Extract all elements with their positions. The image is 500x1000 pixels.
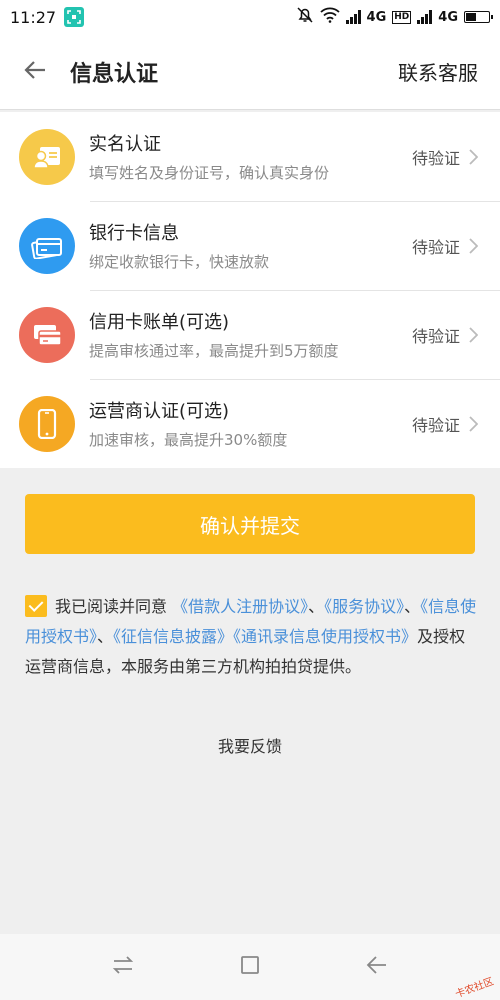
- item-desc: 填写姓名及身份证号，确认真实身份: [89, 164, 330, 182]
- status-time: 11:27: [10, 7, 57, 27]
- agreement-prefix: 我已阅读并同意: [55, 597, 168, 616]
- home-button[interactable]: [230, 947, 270, 987]
- agreement-text: 我已阅读并同意 《借款人注册协议》、《服务协议》、《信息使用授权书》、《征信信息…: [25, 592, 480, 682]
- link-service-agreement[interactable]: 《服务协议》: [324, 597, 404, 616]
- chevron-right-icon: [468, 415, 478, 432]
- arrow-left-icon: [23, 60, 47, 84]
- item-title: 运营商认证(可选): [89, 401, 230, 422]
- item-desc: 提高审核通过率，最高提升到5万额度: [89, 342, 339, 360]
- page-title: 信息认证: [70, 61, 159, 87]
- wifi-icon: [319, 7, 340, 27]
- list-item-real-name[interactable]: 实名认证 填写姓名及身份证号，确认真实身份 待验证: [0, 112, 500, 201]
- separator: 、: [404, 597, 421, 616]
- navigation-bar: [0, 934, 500, 1000]
- id-card-icon: [19, 128, 75, 185]
- item-title: 实名认证: [89, 134, 161, 155]
- agreement-checkbox[interactable]: [25, 595, 47, 617]
- list-item-credit-card[interactable]: 信用卡账单(可选) 提高审核通过率，最高提升到5万额度 待验证: [0, 290, 500, 379]
- menu-button[interactable]: [103, 947, 143, 987]
- switch-arrows-icon: [112, 956, 134, 978]
- battery-icon: [464, 11, 493, 23]
- status-label: 待验证: [411, 148, 460, 168]
- status-bar: 11:27 4G HD 4G: [0, 0, 500, 34]
- list-item-bank-card[interactable]: 银行卡信息 绑定收款银行卡，快速放款 待验证: [0, 201, 500, 290]
- screenshot-app-icon: [64, 7, 85, 27]
- hd-badge: HD: [392, 10, 412, 24]
- credit-card-icon: [19, 306, 75, 363]
- verification-list: 实名认证 填写姓名及身份证号，确认真实身份 待验证 银行卡信息 绑定收款银行卡，…: [0, 112, 500, 468]
- status-label: 待验证: [411, 415, 460, 435]
- signal-icon-2: [417, 10, 433, 24]
- chevron-right-icon: [468, 148, 478, 165]
- feedback-link[interactable]: 我要反馈: [0, 733, 500, 757]
- header: 信息认证 联系客服: [0, 34, 500, 110]
- signal-icon: [345, 10, 361, 24]
- network-type-1: 4G: [366, 9, 387, 25]
- separator: 、: [97, 627, 114, 646]
- link-contacts-authorization[interactable]: 《通讯录信息使用授权书》: [233, 627, 417, 646]
- item-desc: 绑定收款银行卡，快速放款: [89, 253, 270, 271]
- status-label: 待验证: [411, 237, 460, 257]
- link-credit-disclosure[interactable]: 《征信信息披露》: [113, 627, 233, 646]
- arrow-left-icon: [366, 955, 388, 979]
- separator: 、: [308, 597, 325, 616]
- nav-back-button[interactable]: [357, 947, 397, 987]
- submit-button[interactable]: 确认并提交: [25, 494, 475, 554]
- item-title: 银行卡信息: [89, 223, 179, 244]
- phone-icon: [19, 395, 75, 452]
- chevron-right-icon: [468, 237, 478, 254]
- list-item-carrier[interactable]: 运营商认证(可选) 加速审核，最高提升30%额度 待验证: [0, 379, 500, 468]
- square-icon: [240, 955, 260, 979]
- item-title: 信用卡账单(可选): [89, 312, 230, 333]
- link-borrower-agreement[interactable]: 《借款人注册协议》: [172, 597, 308, 616]
- status-indicators: 4G HD 4G: [296, 6, 493, 28]
- network-type-2: 4G: [438, 9, 458, 25]
- mute-icon: [296, 6, 314, 28]
- item-desc: 加速审核，最高提升30%额度: [89, 431, 288, 449]
- contact-service-button[interactable]: 联系客服: [398, 57, 478, 86]
- back-button[interactable]: [0, 34, 70, 110]
- status-label: 待验证: [411, 326, 460, 346]
- chevron-right-icon: [468, 326, 478, 343]
- bank-card-icon: [19, 217, 75, 274]
